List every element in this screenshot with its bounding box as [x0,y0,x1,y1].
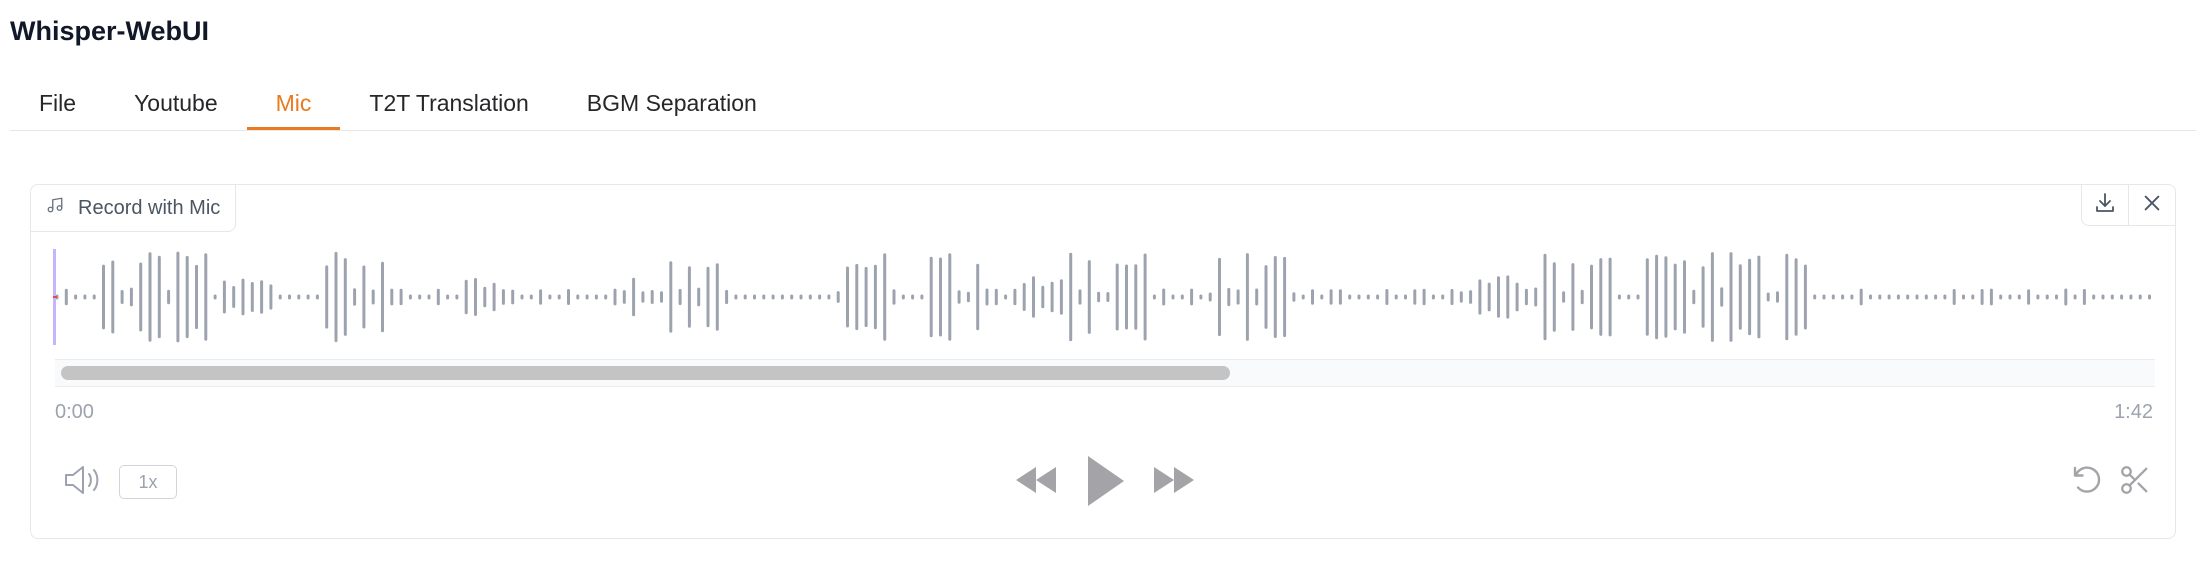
rewind-icon [1014,464,1058,501]
tab-bgm-separation[interactable]: BGM Separation [558,80,786,130]
playhead-marker [53,296,57,298]
audio-waveform[interactable] [53,249,2157,345]
current-time: 0:00 [55,401,94,423]
tab-file[interactable]: File [10,80,105,130]
trim-button[interactable] [2115,463,2155,501]
play-button[interactable] [1083,455,1129,511]
clear-button[interactable] [2128,185,2175,225]
download-button[interactable] [2082,185,2128,225]
fast-forward-icon [1152,464,1196,501]
playback-speed-button[interactable]: 1x [119,465,177,499]
tab-t2t-translation[interactable]: T2T Translation [340,80,557,130]
undo-icon [2069,462,2105,503]
music-note-icon [46,196,64,220]
audio-label-text: Record with Mic [78,196,221,219]
download-icon [2093,191,2117,220]
audio-label: Record with Mic [31,185,237,232]
play-icon [1086,454,1126,513]
app-title: Whisper-WebUI [10,16,210,46]
audio-recorder-panel: Record with Mic 0:00 1:42 1x [30,184,2176,539]
tab-mic[interactable]: Mic [246,80,341,130]
audio-actions [2081,185,2175,226]
duration-time: 1:42 [2114,401,2153,423]
scissors-icon [2118,462,2152,503]
volume-button[interactable] [61,463,103,501]
tab-youtube[interactable]: Youtube [105,80,247,130]
undo-button[interactable] [2067,463,2107,501]
waveform-scrollbar-thumb[interactable] [61,366,1230,380]
waveform-scrollbar[interactable] [55,359,2155,387]
volume-icon [62,463,102,502]
tab-bar: File Youtube Mic T2T Translation BGM Sep… [10,80,2196,131]
fast-forward-button[interactable] [1151,463,1197,501]
close-icon [2141,192,2163,219]
rewind-button[interactable] [1013,463,1059,501]
